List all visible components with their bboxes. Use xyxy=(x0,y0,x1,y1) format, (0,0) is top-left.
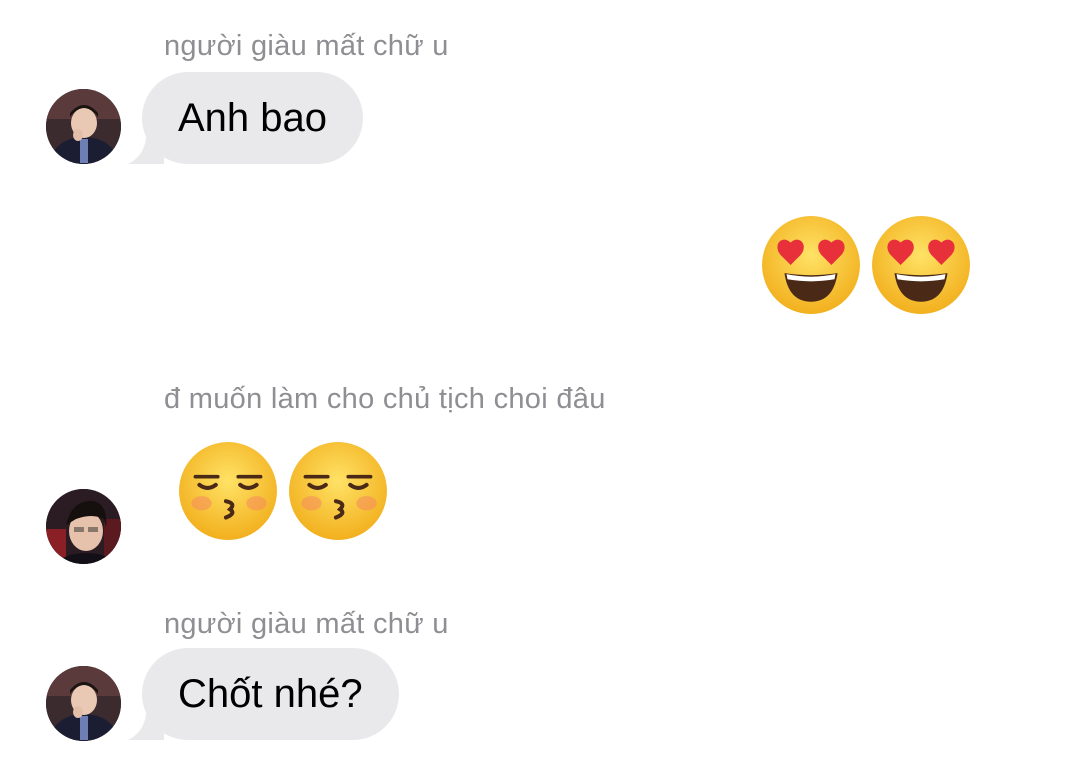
bubble-tail xyxy=(128,124,164,164)
sender-name: đ muốn làm cho chủ tịch choi đâu xyxy=(164,383,606,415)
avatar[interactable] xyxy=(46,89,121,164)
outgoing-emoji-message[interactable] xyxy=(760,214,972,316)
avatar[interactable] xyxy=(46,666,121,741)
avatar-photo-icon xyxy=(46,489,121,564)
heart-eyes-emoji-icon xyxy=(762,216,860,314)
incoming-emoji-message[interactable] xyxy=(177,440,389,542)
kissing-face-emoji-icon xyxy=(289,442,387,540)
avatar-photo-icon xyxy=(46,666,121,741)
sender-name: người giàu mất chữ u xyxy=(164,608,449,640)
message-bubble[interactable]: Chốt nhé? xyxy=(128,648,399,740)
kissing-face-emoji-icon xyxy=(179,442,277,540)
bubble-tail xyxy=(128,700,164,740)
avatar-photo-icon xyxy=(46,89,121,164)
avatar[interactable] xyxy=(46,489,121,564)
sender-name: người giàu mất chữ u xyxy=(164,30,449,62)
message-text: Chốt nhé? xyxy=(178,671,363,716)
message-bubble[interactable]: Anh bao xyxy=(128,72,364,164)
heart-eyes-emoji-icon xyxy=(872,216,970,314)
message-text: Anh bao xyxy=(178,95,328,140)
